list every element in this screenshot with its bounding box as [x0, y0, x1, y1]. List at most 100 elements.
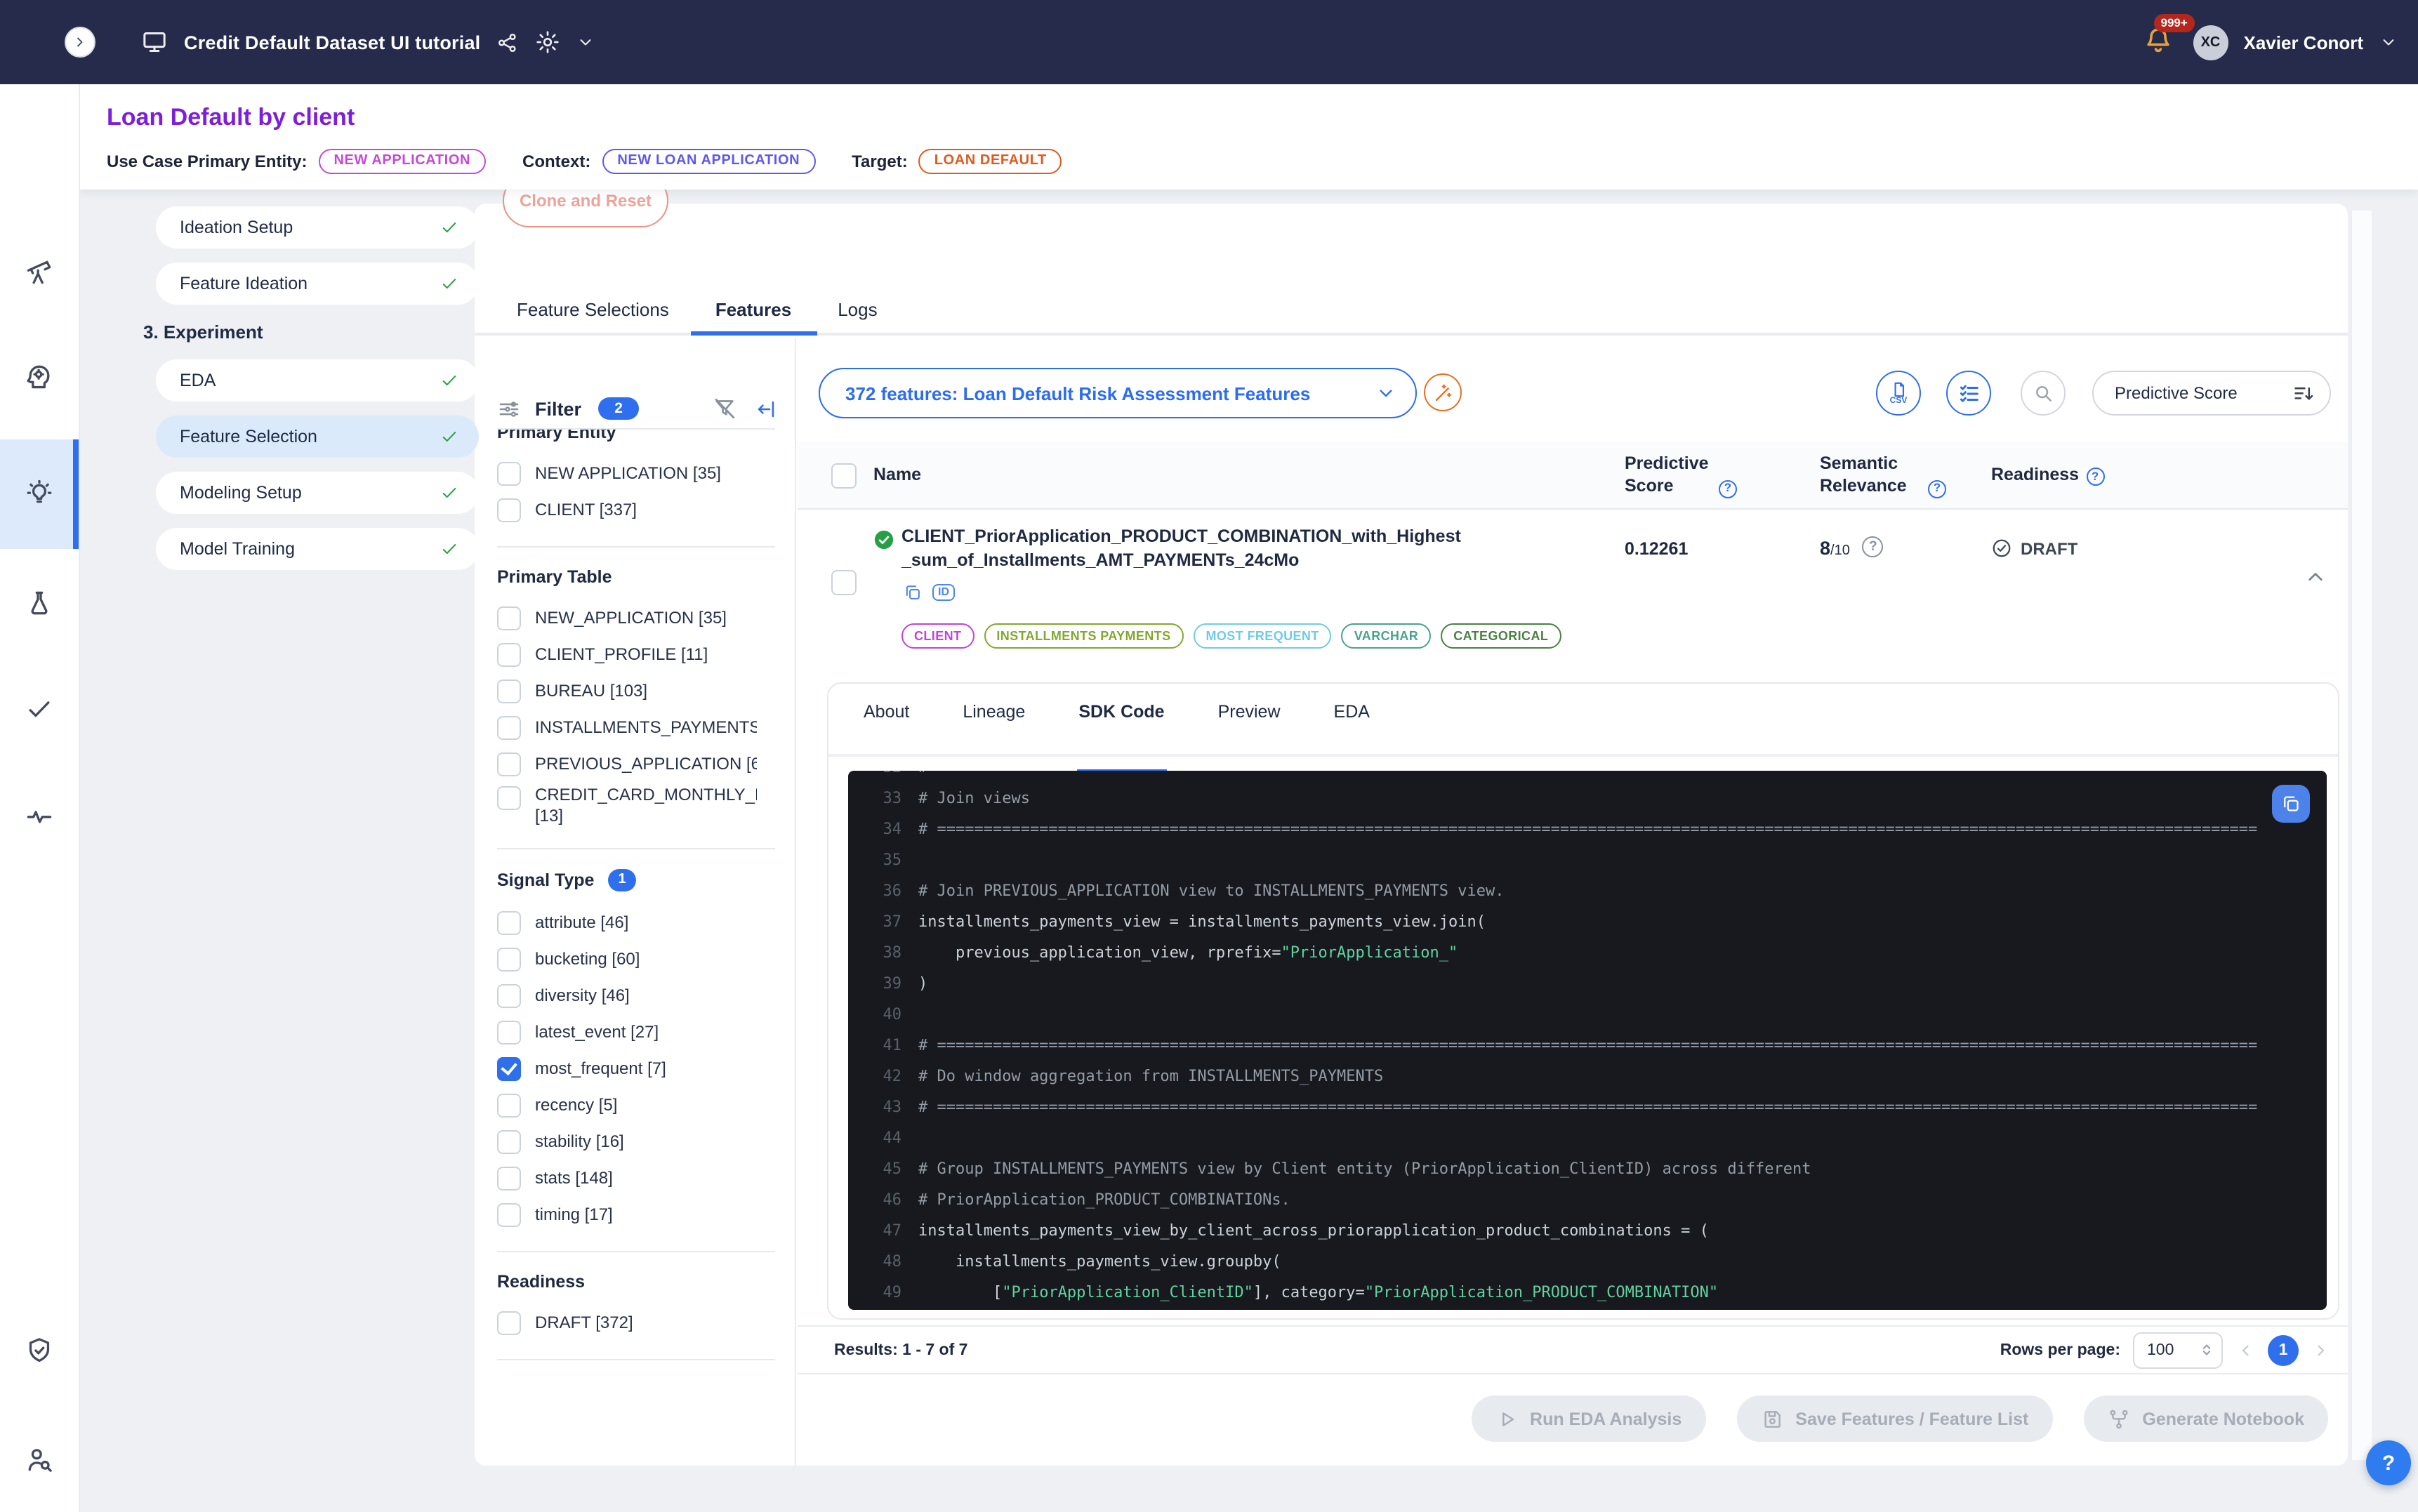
filter-option-label: attribute [46]	[535, 913, 628, 932]
avatar[interactable]: XC	[2193, 25, 2228, 60]
filter-option[interactable]: timing [17]	[497, 1196, 775, 1233]
tab-logs[interactable]: Logs	[838, 285, 877, 333]
column-help-icon[interactable]: ?	[1928, 479, 1946, 498]
flask-icon[interactable]	[0, 573, 79, 635]
filter-option[interactable]: stability [16]	[497, 1123, 775, 1160]
telescope-icon[interactable]	[0, 241, 79, 303]
filter-option[interactable]: bucketing [60]	[497, 941, 775, 977]
notifications-bell-icon[interactable]: 999+	[2141, 24, 2178, 60]
chevron-down-icon[interactable]	[576, 32, 595, 52]
checklist-button[interactable]	[1946, 371, 1991, 416]
checkbox[interactable]	[497, 606, 521, 630]
save-features-button[interactable]: Save Features / Feature List	[1736, 1395, 2052, 1442]
filter-option[interactable]: most_frequent [7]	[497, 1050, 775, 1087]
filter-count-badge: 2	[598, 397, 639, 420]
relevance-help-icon[interactable]: ?	[1863, 536, 1884, 557]
step-item-modeling-setup[interactable]: Modeling Setup	[156, 472, 479, 514]
magic-wand-button[interactable]	[1424, 373, 1462, 411]
filter-option[interactable]: latest_event [27]	[497, 1014, 775, 1050]
current-page-button[interactable]: 1	[2268, 1334, 2299, 1365]
step-item-eda[interactable]: EDA	[156, 359, 479, 402]
checkbox[interactable]	[497, 984, 521, 1008]
filter-option[interactable]: stats [148]	[497, 1160, 775, 1196]
column-header-name[interactable]: Name	[873, 463, 1042, 486]
filter-option[interactable]: DRAFT [372]	[497, 1304, 775, 1341]
checkbox[interactable]	[497, 1094, 521, 1118]
detail-tab-sdk-code[interactable]: SDK Code	[1078, 702, 1164, 754]
checkbox[interactable]	[497, 498, 521, 522]
detail-tab-eda[interactable]: EDA	[1334, 702, 1370, 754]
filter-option[interactable]: diversity [46]	[497, 977, 775, 1014]
checkbox[interactable]	[497, 643, 521, 667]
checkbox[interactable]	[497, 752, 521, 776]
run-eda-analysis-button[interactable]: Run EDA Analysis	[1471, 1395, 1705, 1442]
checkbox[interactable]	[497, 911, 521, 935]
row-checkbox[interactable]	[831, 570, 857, 595]
filter-option[interactable]: NEW APPLICATION [35]	[497, 455, 775, 491]
filter-option[interactable]: CREDIT_CARD_MONTHLY_B [13]	[497, 782, 775, 830]
filter-option[interactable]: attribute [46]	[497, 904, 775, 941]
brain-gear-icon[interactable]	[0, 345, 79, 407]
filter-option[interactable]: PREVIOUS_APPLICATION [6	[497, 745, 775, 782]
sort-selector[interactable]: Predictive Score	[2092, 371, 2331, 416]
feature-list-dropdown[interactable]: 372 features: Loan Default Risk Assessme…	[819, 368, 1417, 418]
checkbox[interactable]	[497, 1311, 521, 1335]
export-csv-button[interactable]: CSV	[1876, 371, 1921, 416]
checkbox[interactable]	[497, 786, 521, 810]
tab-features[interactable]: Features	[715, 285, 791, 333]
column-header-readiness[interactable]: Readiness?	[1991, 463, 2160, 486]
step-item-model-training[interactable]: Model Training	[156, 528, 479, 570]
user-search-icon[interactable]	[0, 1429, 79, 1491]
step-item-ideation-setup[interactable]: Ideation Setup	[156, 206, 479, 248]
next-page-button[interactable]	[2311, 1340, 2331, 1360]
collapse-row-chevron-icon[interactable]	[2303, 564, 2328, 590]
column-help-icon[interactable]: ?	[1719, 479, 1737, 498]
check-icon[interactable]	[0, 678, 79, 740]
checkbox[interactable]	[497, 1130, 521, 1154]
column-header-semantic-relevance[interactable]: Semantic Relevance?	[1820, 452, 1953, 498]
checkbox[interactable]	[497, 1203, 521, 1227]
prev-page-button[interactable]	[2235, 1340, 2255, 1360]
filter-option[interactable]: recency [5]	[497, 1087, 775, 1123]
user-menu-chevron-icon[interactable]	[2379, 32, 2398, 52]
checkbox[interactable]	[497, 948, 521, 971]
feature-name[interactable]: CLIENT_PriorApplication_PRODUCT_COMBINAT…	[901, 525, 1463, 573]
scrollbar-track[interactable]	[2351, 211, 2372, 1460]
sidebar-expand-button[interactable]	[65, 27, 95, 58]
column-header-predictive-score[interactable]: Predictive Score?	[1625, 452, 1737, 498]
filter-option[interactable]: CLIENT [337]	[497, 491, 775, 528]
column-help-icon[interactable]: ?	[2086, 468, 2104, 486]
id-badge-icon[interactable]: ID	[932, 583, 955, 602]
copy-code-button[interactable]	[2272, 785, 2310, 823]
detail-tab-lineage[interactable]: Lineage	[963, 702, 1025, 754]
search-button[interactable]	[2021, 371, 2066, 416]
checkbox[interactable]	[497, 462, 521, 486]
collapse-filter-icon[interactable]	[754, 397, 778, 420]
filter-option[interactable]: NEW_APPLICATION [35]	[497, 599, 775, 636]
step-item-feature-selection[interactable]: Feature Selection	[156, 416, 479, 458]
share-icon[interactable]	[496, 30, 520, 54]
copy-icon[interactable]	[903, 583, 923, 602]
select-all-checkbox[interactable]	[831, 463, 857, 489]
checkbox[interactable]	[497, 716, 521, 740]
detail-tab-preview[interactable]: Preview	[1218, 702, 1281, 754]
filter-option[interactable]: BUREAU [103]	[497, 672, 775, 709]
filter-option[interactable]: CLIENT_PROFILE [11]	[497, 636, 775, 672]
rows-per-page-select[interactable]: 100	[2133, 1332, 2223, 1368]
clear-filter-icon[interactable]	[712, 396, 737, 421]
help-button[interactable]: ?	[2366, 1440, 2411, 1485]
checkbox[interactable]	[497, 679, 521, 703]
filter-option[interactable]: INSTALLMENTS_PAYMENTS	[497, 709, 775, 745]
lightbulb-icon[interactable]	[0, 439, 79, 549]
gear-icon[interactable]	[535, 29, 560, 55]
detail-tab-about[interactable]: About	[864, 702, 909, 754]
checkbox-checked[interactable]	[497, 1057, 521, 1081]
checkbox[interactable]	[497, 1021, 521, 1045]
generate-notebook-button[interactable]: Generate Notebook	[2083, 1395, 2328, 1442]
step-item-feature-ideation[interactable]: Feature Ideation	[156, 263, 479, 305]
table-row[interactable]: CLIENT_PriorApplication_PRODUCT_COMBINAT…	[798, 508, 2348, 682]
tab-feature-selections[interactable]: Feature Selections	[517, 285, 669, 333]
shield-check-icon[interactable]	[0, 1320, 79, 1381]
checkbox[interactable]	[497, 1167, 521, 1191]
pulse-icon[interactable]	[0, 785, 79, 847]
